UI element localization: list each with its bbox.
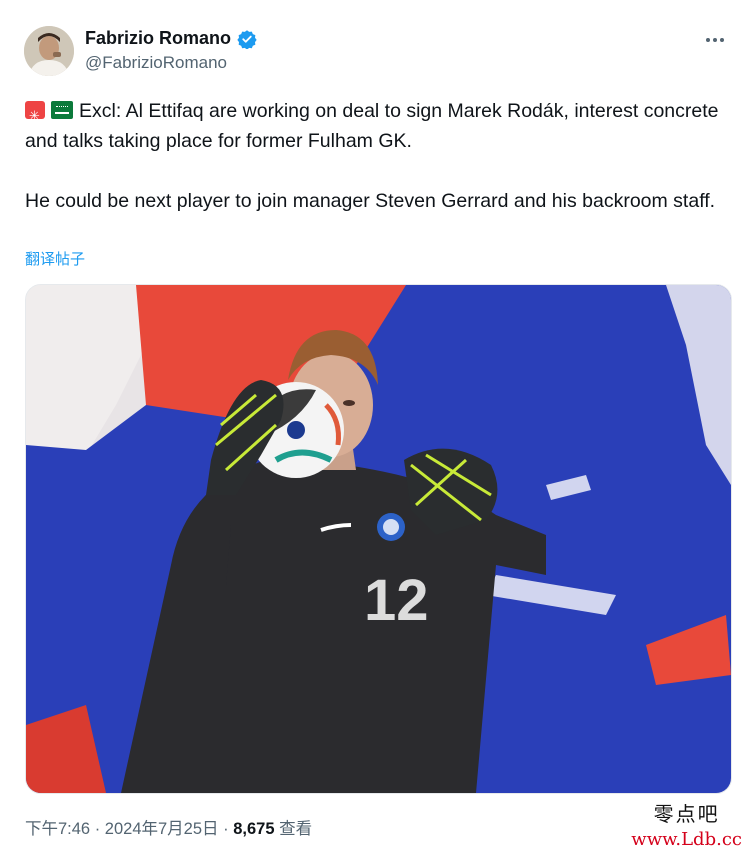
- tweet-body: Excl: Al Ettifaq are working on deal to …: [25, 96, 725, 216]
- tweet-photo[interactable]: 12: [25, 284, 732, 794]
- tweet-header: Fabrizio Romano @FabrizioRomano: [24, 24, 730, 78]
- tweet-time[interactable]: 下午7:46: [25, 820, 90, 838]
- watermark-site-name: 零点吧: [653, 802, 720, 826]
- meta-separator: ·: [218, 820, 234, 838]
- views-count[interactable]: 8,675: [233, 820, 274, 838]
- saudi-arabia-flag-icon: [51, 101, 73, 119]
- display-name[interactable]: Fabrizio Romano: [85, 28, 231, 49]
- verified-badge-icon[interactable]: [237, 29, 257, 49]
- tweet-line-1: Excl: Al Ettifaq are working on deal to …: [25, 100, 719, 152]
- tweet-date[interactable]: 2024年7月25日: [105, 820, 219, 838]
- author-block: Fabrizio Romano @FabrizioRomano: [85, 28, 257, 73]
- watermark: 零点吧 www.Ldb.cc: [631, 798, 742, 850]
- shirt-number: 12: [364, 568, 429, 633]
- translate-post-link[interactable]: 翻译帖子: [25, 248, 85, 269]
- views-label: 查看: [274, 820, 313, 838]
- author-handle[interactable]: @FabrizioRomano: [85, 53, 257, 73]
- goalkeeper-photo: 12: [26, 285, 731, 793]
- tweet-meta: 下午7:46 · 2024年7月25日 · 8,675 查看: [25, 815, 312, 839]
- watermark-url: www.Ldb.cc: [631, 829, 742, 850]
- tweet-paragraph-2: He could be next player to join manager …: [25, 190, 716, 212]
- rotating-light-icon: [25, 101, 45, 131]
- avatar[interactable]: [24, 26, 74, 76]
- tweet-paragraph-1: Excl: Al Ettifaq are working on deal to …: [25, 96, 725, 156]
- meta-separator: ·: [90, 820, 105, 838]
- more-options-icon[interactable]: [700, 28, 730, 52]
- avatar-image: [24, 26, 74, 76]
